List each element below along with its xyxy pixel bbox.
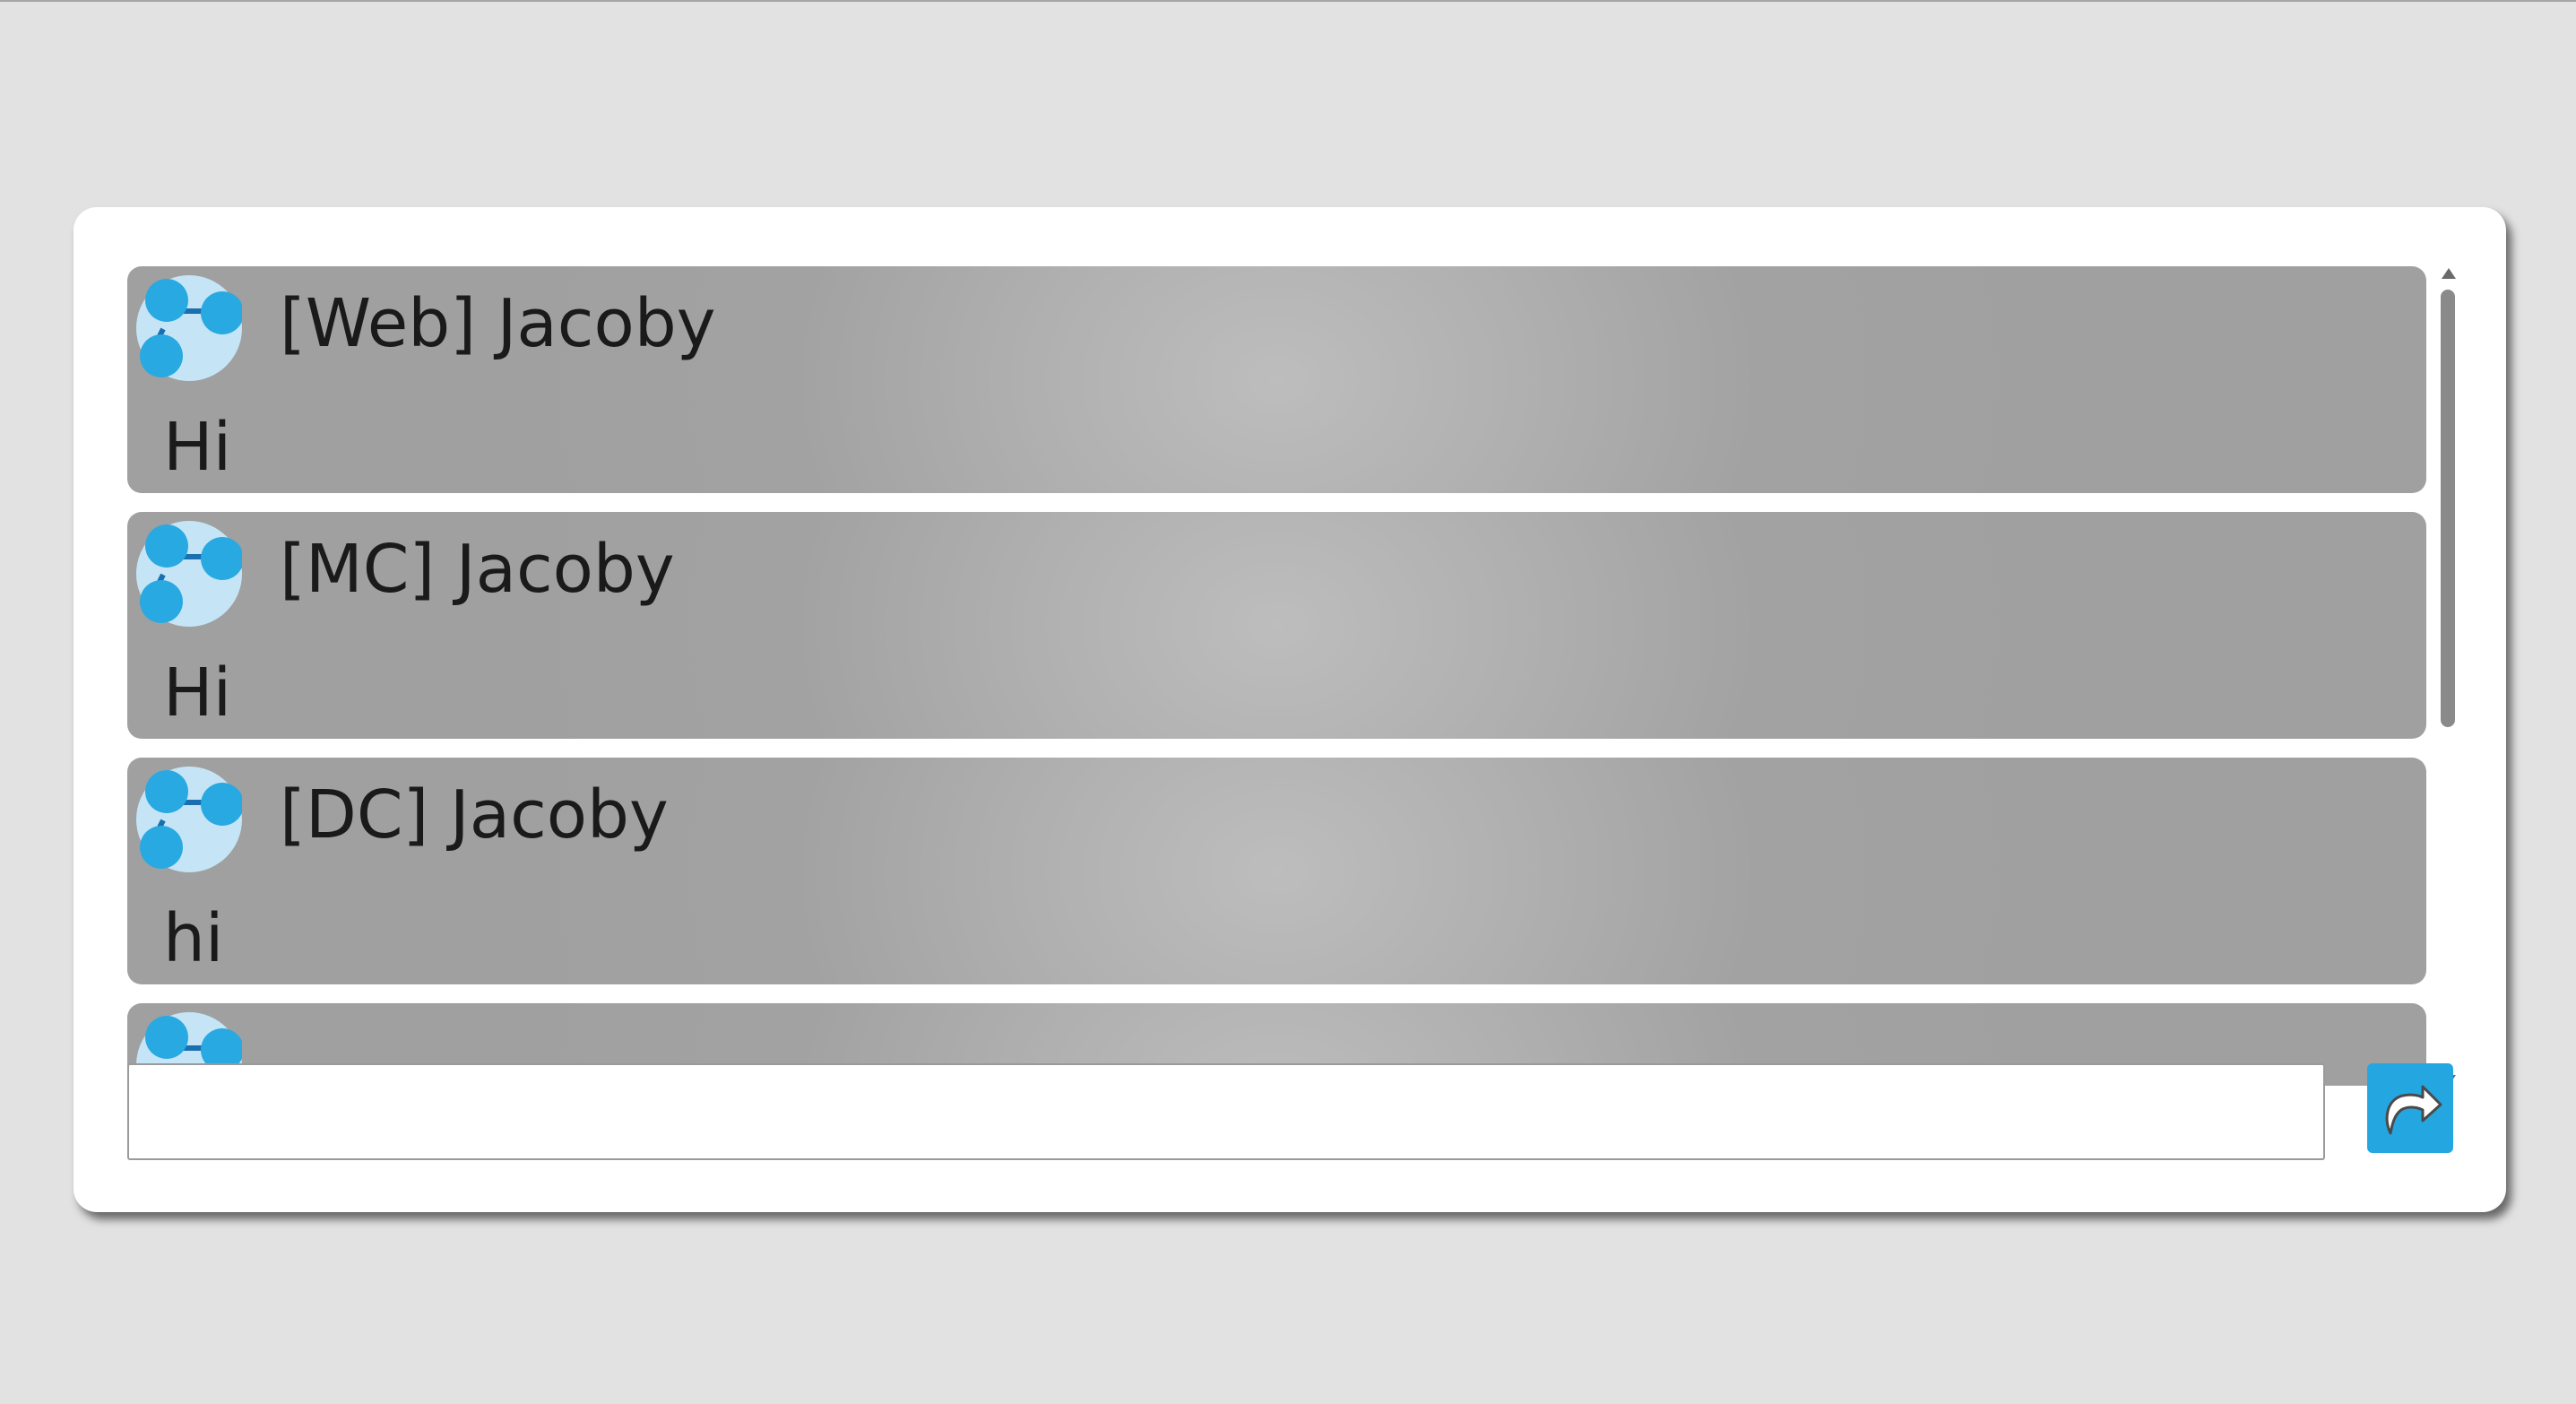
message-item: [MC] Jacoby Hi	[127, 512, 2426, 739]
message-input[interactable]	[127, 1063, 2325, 1160]
top-border	[0, 0, 2576, 2]
network-nodes-icon	[136, 521, 242, 627]
message-item: [DC] Jacoby hi	[127, 758, 2426, 984]
send-button[interactable]	[2367, 1063, 2453, 1153]
scrollbar-thumb[interactable]	[2441, 290, 2455, 727]
message-list-scrollbar[interactable]	[2438, 268, 2458, 1086]
message-text: Hi	[163, 409, 232, 486]
redo-arrow-icon	[2385, 1085, 2442, 1135]
message-text: hi	[163, 900, 224, 977]
network-nodes-icon	[136, 767, 242, 872]
message-sender: [MC] Jacoby	[280, 531, 675, 608]
message-list[interactable]: [Web] Jacoby Hi [MC] Jacoby Hi [DC] Jaco…	[127, 266, 2429, 1086]
chat-panel: [Web] Jacoby Hi [MC] Jacoby Hi [DC] Jaco…	[73, 207, 2506, 1212]
network-nodes-icon	[136, 275, 242, 381]
message-sender: [Web] Jacoby	[280, 285, 716, 362]
message-text: Hi	[163, 654, 232, 732]
message-item: [Web] Jacoby Hi	[127, 266, 2426, 493]
message-sender: [DC] Jacoby	[280, 776, 669, 854]
scroll-up-arrow-icon[interactable]	[2442, 268, 2456, 279]
